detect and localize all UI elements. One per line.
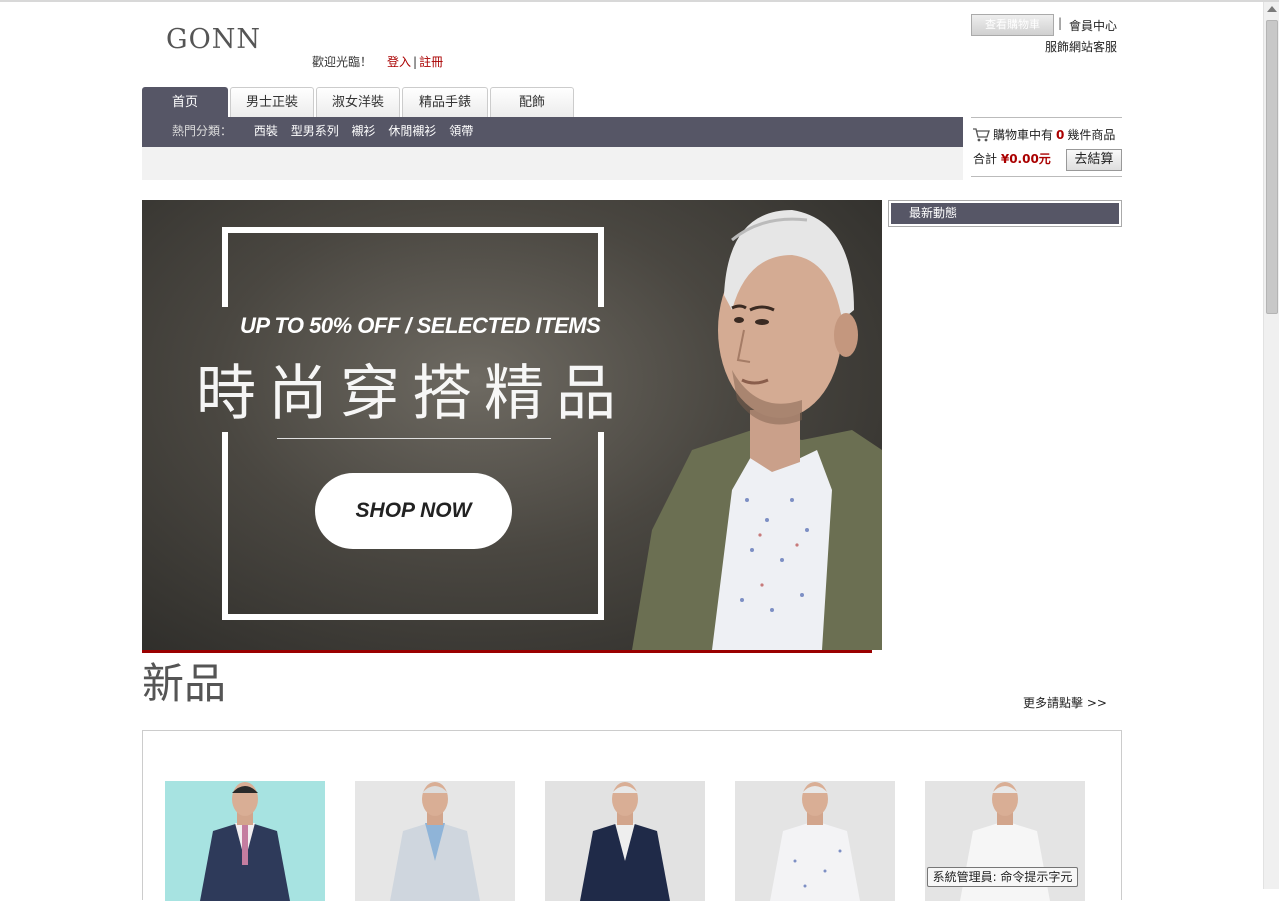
cart-count: 0 (1056, 127, 1065, 142)
latest-news-box: 最新動態 (888, 200, 1122, 227)
product-image (545, 781, 705, 901)
cart-total-label: 合計 (973, 152, 998, 166)
latest-news-title: 最新動態 (891, 203, 1119, 224)
view-cart-button[interactable]: 查看購物車 (971, 14, 1054, 36)
product-card[interactable] (545, 781, 705, 901)
site-logo[interactable]: GONN (166, 24, 261, 55)
banner-title: 時尚穿搭精品 (196, 359, 628, 429)
window-top-border (0, 0, 1279, 2)
product-card[interactable] (355, 781, 515, 901)
hot-categories-label: 熱門分類： (172, 124, 233, 138)
welcome-text: 歡迎光臨！ (312, 55, 373, 69)
shop-now-button[interactable]: SHOP NOW (315, 473, 512, 549)
top-separator: | (1058, 16, 1063, 30)
scroll-up-arrow-icon[interactable] (1267, 6, 1277, 12)
tab-mens-formal[interactable]: 男士正裝 (230, 87, 314, 117)
vertical-scrollbar[interactable] (1263, 2, 1279, 889)
banner-frame (222, 614, 604, 620)
banner-model-image (632, 210, 882, 650)
member-center-link[interactable]: 會員中心 (1069, 17, 1117, 34)
category-stylish-men[interactable]: 型男系列 (291, 124, 339, 138)
product-card[interactable] (735, 781, 895, 901)
banner-frame (598, 432, 604, 620)
product-image (735, 781, 895, 901)
more-products-link[interactable]: 更多請點擊 >> (1023, 694, 1107, 711)
banner-frame (222, 432, 228, 620)
scroll-thumb[interactable] (1266, 20, 1278, 314)
login-links: 登入 | 註冊 (387, 53, 443, 70)
hero-banner[interactable]: UP TO 50% OFF / SELECTED ITEMS 時尚穿搭精品 SH… (142, 200, 882, 650)
register-link[interactable]: 註冊 (419, 55, 443, 69)
banner-divider (277, 438, 551, 439)
category-nav-bar: 熱門分類： 西裝 型男系列 襯衫 休閒襯衫 領帶 (142, 117, 963, 147)
category-shirts[interactable]: 襯衫 (352, 124, 376, 138)
cart-suffix: 幾件商品 (1067, 128, 1116, 142)
category-suits[interactable]: 西裝 (254, 124, 278, 138)
tab-home[interactable]: 首页 (142, 87, 228, 117)
login-separator: | (413, 55, 418, 69)
cart-summary: 購物車中有 0 幾件商品 (973, 126, 1115, 143)
product-image (165, 781, 325, 901)
tab-watches[interactable]: 精品手錶 (402, 87, 488, 117)
sub-nav-bar (142, 147, 963, 180)
category-ties[interactable]: 領帶 (449, 124, 473, 138)
main-tabs: 首页 男士正裝 淑女洋裝 精品手錶 配飾 (142, 87, 574, 117)
product-card[interactable] (165, 781, 325, 901)
new-products-title: 新品 (142, 659, 227, 708)
category-casual-shirts[interactable]: 休閒襯衫 (388, 124, 436, 138)
mini-cart: 購物車中有 0 幾件商品 合計 ¥0.00元 去結算 (971, 117, 1122, 177)
product-image (355, 781, 515, 901)
cart-total: 合計 ¥0.00元 (973, 150, 1051, 167)
banner-frame (222, 227, 604, 233)
cart-prefix: 購物車中有 (993, 128, 1054, 142)
cart-total-value: ¥0.00元 (1000, 152, 1051, 166)
tab-ladies-dress[interactable]: 淑女洋裝 (316, 87, 400, 117)
checkout-button[interactable]: 去結算 (1066, 149, 1122, 171)
taskbar-tooltip: 系統管理員: 命令提示字元 (927, 867, 1078, 887)
banner-frame (598, 227, 604, 307)
login-link[interactable]: 登入 (387, 55, 411, 69)
customer-service-link[interactable]: 服飾網站客服 (1045, 38, 1117, 55)
banner-promo-text: UP TO 50% OFF / SELECTED ITEMS (240, 313, 601, 338)
tab-accessories[interactable]: 配飾 (490, 87, 574, 117)
shopping-cart-icon (973, 127, 990, 141)
banner-frame (222, 227, 228, 307)
section-divider (142, 650, 872, 653)
